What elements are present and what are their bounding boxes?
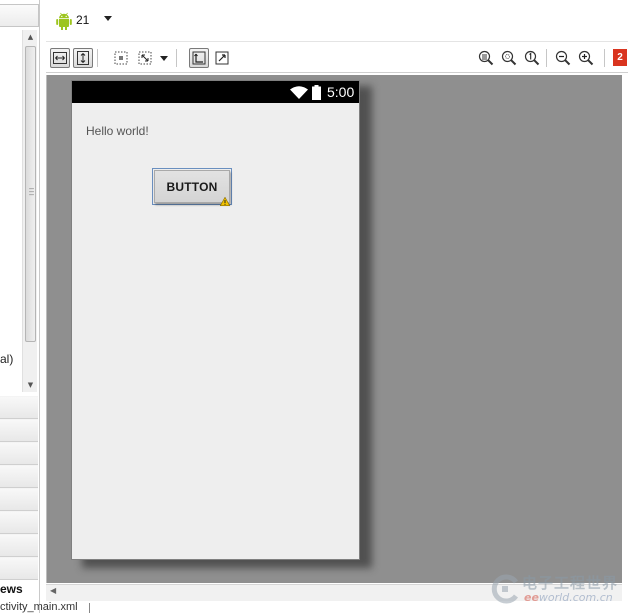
left-panel-header[interactable]	[0, 4, 39, 27]
resize-button[interactable]	[135, 48, 155, 68]
list-item[interactable]	[0, 419, 38, 442]
layout-editor-window: ▲ – – – ▼ al) ews ctivity_main.xml 21 2 …	[0, 0, 628, 613]
device-preview[interactable]: 5:00 Hello world! BUTTON	[71, 80, 360, 560]
fit-width-icon	[53, 52, 67, 64]
error-count-badge[interactable]: 2	[613, 49, 627, 66]
fit-height-button[interactable]	[73, 48, 93, 68]
zoom-out-icon	[555, 50, 571, 66]
watermark: 电子工程世界 eeworld.com.cn	[490, 572, 622, 608]
list-item[interactable]	[0, 557, 38, 580]
design-canvas[interactable]: 5:00 Hello world! BUTTON	[46, 75, 622, 583]
status-clock: 5:00	[327, 84, 355, 100]
zoom-real-icon	[501, 50, 517, 66]
scroll-thumb[interactable]: – – –	[25, 46, 36, 342]
toolbar-separator	[604, 49, 605, 67]
status-file-label: ctivity_main.xml	[0, 601, 78, 613]
toolbar-separator	[176, 49, 177, 67]
zoom-100-button[interactable]	[522, 48, 542, 68]
hello-textview[interactable]: Hello world!	[86, 124, 149, 138]
list-item[interactable]	[0, 396, 38, 419]
zoom-fit-icon	[478, 50, 494, 66]
toolbar-separator	[546, 49, 547, 67]
resize-icon	[138, 51, 152, 65]
scroll-grip-icon: – – –	[29, 184, 34, 199]
zoom-100-icon	[524, 50, 540, 66]
chevron-down-icon[interactable]	[104, 16, 112, 21]
baseline-icon	[192, 51, 206, 65]
layout-toolbar: 2	[46, 43, 628, 73]
list-item[interactable]	[0, 442, 38, 465]
status-divider	[89, 603, 90, 613]
device-status-bar: 5:00	[72, 81, 359, 103]
list-item[interactable]	[0, 534, 38, 557]
clipped-views-label[interactable]: ews	[0, 582, 23, 596]
chevron-down-icon[interactable]	[160, 56, 168, 61]
android-icon[interactable]	[56, 12, 72, 30]
zoom-in-icon	[578, 50, 594, 66]
constraint-button[interactable]	[212, 48, 232, 68]
fit-height-icon	[77, 51, 89, 65]
zoom-fit-button[interactable]	[476, 48, 496, 68]
scroll-down-arrow-icon[interactable]: ▼	[23, 378, 38, 392]
list-item[interactable]	[0, 511, 38, 534]
fit-width-button[interactable]	[50, 48, 70, 68]
margins-icon	[114, 51, 128, 65]
zoom-real-button[interactable]	[499, 48, 519, 68]
constraint-icon	[215, 51, 229, 65]
margins-button[interactable]	[111, 48, 131, 68]
left-panel: ▲ – – – ▼ al) ews	[0, 0, 40, 613]
zoom-out-button[interactable]	[553, 48, 573, 68]
watermark-url: eeworld.com.cn	[524, 591, 613, 604]
zoom-in-button[interactable]	[576, 48, 596, 68]
api-level-toolbar: 21	[46, 0, 628, 42]
battery-icon	[312, 85, 321, 100]
toolbar-separator	[97, 49, 98, 67]
warning-icon[interactable]	[220, 197, 230, 206]
wifi-icon	[290, 86, 308, 99]
scroll-up-arrow-icon[interactable]: ▲	[23, 30, 38, 44]
watermark-name: 电子工程世界	[522, 574, 619, 592]
clipped-property-label: al)	[0, 352, 14, 366]
api-level-selector[interactable]: 21	[76, 13, 89, 27]
watermark-url-prefix: ee	[524, 591, 539, 604]
list-item[interactable]	[0, 488, 38, 511]
vertical-scrollbar[interactable]: ▲ – – – ▼	[22, 30, 37, 392]
left-property-list	[0, 396, 38, 580]
scroll-left-arrow-icon[interactable]: ◀	[50, 586, 56, 595]
watermark-logo-icon	[491, 574, 519, 604]
baseline-button[interactable]	[189, 48, 209, 68]
preview-button[interactable]: BUTTON	[154, 170, 230, 203]
list-item[interactable]	[0, 465, 38, 488]
watermark-url-rest: world.com.cn	[538, 591, 613, 604]
